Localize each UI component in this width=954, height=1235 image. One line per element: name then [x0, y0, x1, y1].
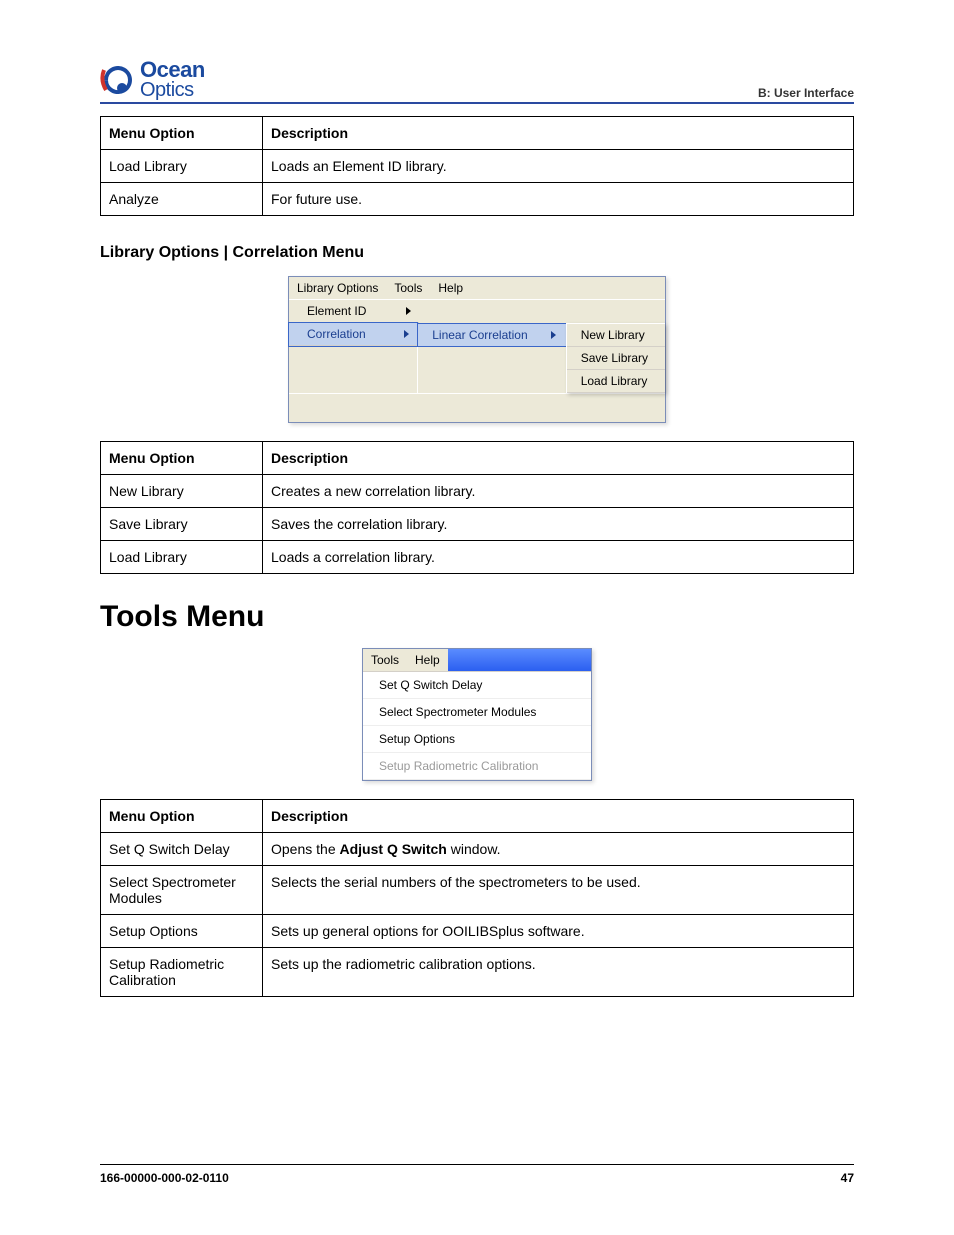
table-row: Load Library Loads a correlation library…	[101, 540, 854, 573]
table-element-id-menu: Menu Option Description Load Library Loa…	[100, 116, 854, 216]
chevron-right-icon	[404, 330, 409, 338]
th-description: Description	[263, 441, 854, 474]
logo: Ocean Optics	[100, 60, 205, 100]
th-menu-option: Menu Option	[101, 116, 263, 149]
menu-item-setup-radiometric-calibration[interactable]: Setup Radiometric Calibration	[363, 753, 591, 780]
heading-correlation-menu: Library Options | Correlation Menu	[100, 244, 854, 262]
submenu-element-id[interactable]: Element ID	[289, 300, 419, 323]
menu-tools[interactable]: Tools	[363, 649, 407, 671]
table-row: Analyze For future use.	[101, 182, 854, 215]
table-row: Load Library Loads an Element ID library…	[101, 149, 854, 182]
table-row: Select Spectrometer Modules Selects the …	[101, 865, 854, 914]
page-number: 47	[841, 1171, 854, 1185]
table-row: Setup Radiometric Calibration Sets up th…	[101, 947, 854, 996]
menu-help[interactable]: Help	[407, 649, 448, 671]
section-label: B: User Interface	[758, 86, 854, 100]
submenu-linear-correlation-panel: Linear Correlation	[417, 323, 565, 393]
th-menu-option: Menu Option	[101, 441, 263, 474]
menu-tools[interactable]: Tools	[386, 277, 430, 299]
th-description: Description	[263, 799, 854, 832]
logo-text-top: Ocean	[140, 60, 205, 81]
tools-dropdown: Set Q Switch Delay Select Spectrometer M…	[363, 671, 591, 780]
submenu-load-library[interactable]: Load Library	[567, 370, 665, 393]
menubar: Library Options Tools Help	[289, 277, 665, 299]
th-description: Description	[263, 116, 854, 149]
menubar: Tools Help	[363, 649, 591, 671]
table-tools-menu: Menu Option Description Set Q Switch Del…	[100, 799, 854, 997]
table-row: Save Library Saves the correlation libra…	[101, 507, 854, 540]
table-correlation-menu: Menu Option Description New Library Crea…	[100, 441, 854, 574]
menu-item-set-q-switch-delay[interactable]: Set Q Switch Delay	[363, 672, 591, 699]
menu-help[interactable]: Help	[430, 277, 471, 299]
logo-text-bottom: Optics	[140, 81, 205, 100]
chevron-right-icon	[551, 331, 556, 339]
page-header: Ocean Optics B: User Interface	[100, 60, 854, 104]
menu-library-options[interactable]: Library Options	[289, 277, 386, 299]
th-menu-option: Menu Option	[101, 799, 263, 832]
submenu-library-panel: New Library Save Library Load Library	[566, 323, 665, 393]
table-row: New Library Creates a new correlation li…	[101, 474, 854, 507]
doc-number: 166-00000-000-02-0110	[100, 1171, 229, 1185]
figure-correlation-menu: Library Options Tools Help Element ID	[288, 276, 666, 423]
heading-tools-menu: Tools Menu	[100, 600, 854, 634]
submenu-save-library[interactable]: Save Library	[567, 347, 665, 370]
menu-item-select-spectrometer-modules[interactable]: Select Spectrometer Modules	[363, 699, 591, 726]
menu-item-setup-options[interactable]: Setup Options	[363, 726, 591, 753]
submenu-linear-correlation[interactable]: Linear Correlation	[418, 324, 565, 346]
logo-icon	[100, 62, 136, 98]
submenu-correlation[interactable]: Correlation	[289, 323, 417, 346]
table-row: Set Q Switch Delay Opens the Adjust Q Sw…	[101, 832, 854, 865]
submenu-new-library[interactable]: New Library	[567, 324, 665, 347]
page-footer: 166-00000-000-02-0110 47	[100, 1164, 854, 1185]
figure-tools-menu: Tools Help Set Q Switch Delay Select Spe…	[362, 648, 592, 781]
table-row: Setup Options Sets up general options fo…	[101, 914, 854, 947]
chevron-right-icon	[406, 307, 411, 315]
